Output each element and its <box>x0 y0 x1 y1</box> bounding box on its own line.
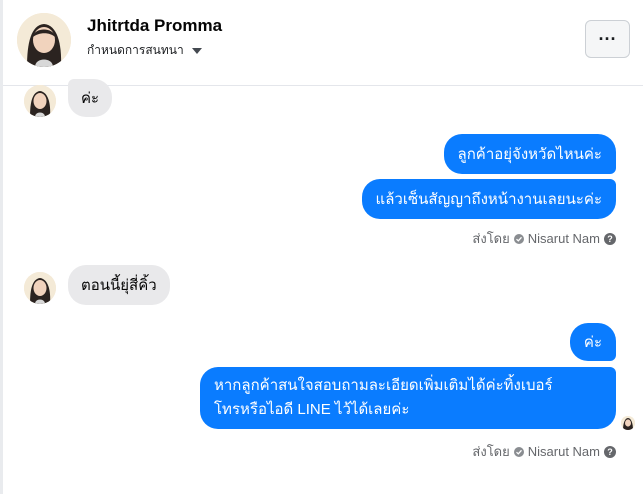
profile-photo-icon <box>621 416 635 430</box>
outgoing-message-line: หากลูกค้าสนใจสอบถามละเอียดเพิ่มเติมได้ค่… <box>214 377 553 394</box>
sent-by-info: ส่งโดย Nisarut Nam ? <box>472 441 616 462</box>
sent-by-info: ส่งโดย Nisarut Nam ? <box>472 228 616 249</box>
profile-photo-icon <box>17 13 71 67</box>
outgoing-message[interactable]: ค่ะ <box>569 323 616 361</box>
help-icon[interactable]: ? <box>604 445 616 458</box>
contact-avatar-small <box>24 85 56 117</box>
contact-name[interactable]: Jhitrtda Promma <box>87 16 222 36</box>
contact-avatar[interactable] <box>17 13 71 67</box>
outgoing-message[interactable]: แล้วเซ็นสัญญาถึงหน้างานเลยนะค่ะ <box>361 179 616 219</box>
incoming-message[interactable]: ตอนนี้ยุ่สี่คิ้ว <box>68 265 170 305</box>
conversation-schedule-dropdown[interactable]: กำหนดการสนทนา <box>87 41 202 60</box>
profile-photo-icon <box>24 85 56 117</box>
check-circle-icon <box>513 446 524 457</box>
conversation-schedule-label: กำหนดการสนทนา <box>87 43 184 57</box>
sent-by-label: ส่งโดย <box>472 231 510 246</box>
outgoing-message[interactable]: ลูกค้าอยุ่จังหวัดไหนค่ะ <box>443 134 616 174</box>
contact-avatar-small <box>24 272 56 304</box>
help-icon[interactable]: ? <box>604 232 616 245</box>
check-circle-icon <box>513 233 524 244</box>
message-thread[interactable]: ค่ะ ลูกค้าอยุ่จังหวัดไหนค่ะ แล้วเซ็นสัญญ… <box>3 79 643 494</box>
conversation-header: Jhitrtda Promma กำหนดการสนทนา ··· <box>3 0 643 86</box>
incoming-message[interactable]: ค่ะ <box>68 79 113 117</box>
sent-by-label: ส่งโดย <box>472 444 510 459</box>
seen-avatar <box>621 416 635 430</box>
sender-name[interactable]: Nisarut Nam <box>528 231 600 246</box>
outgoing-message-multiline[interactable]: หากลูกค้าสนใจสอบถามละเอียดเพิ่มเติมได้ค่… <box>200 367 616 429</box>
caret-down-icon <box>191 48 202 54</box>
more-options-button[interactable]: ··· <box>585 20 630 58</box>
outgoing-message-line: โทรหรือไอดี LINE ไว้ได้เลยค่ะ <box>214 401 410 418</box>
sender-name[interactable]: Nisarut Nam <box>528 444 600 459</box>
profile-photo-icon <box>24 272 56 304</box>
